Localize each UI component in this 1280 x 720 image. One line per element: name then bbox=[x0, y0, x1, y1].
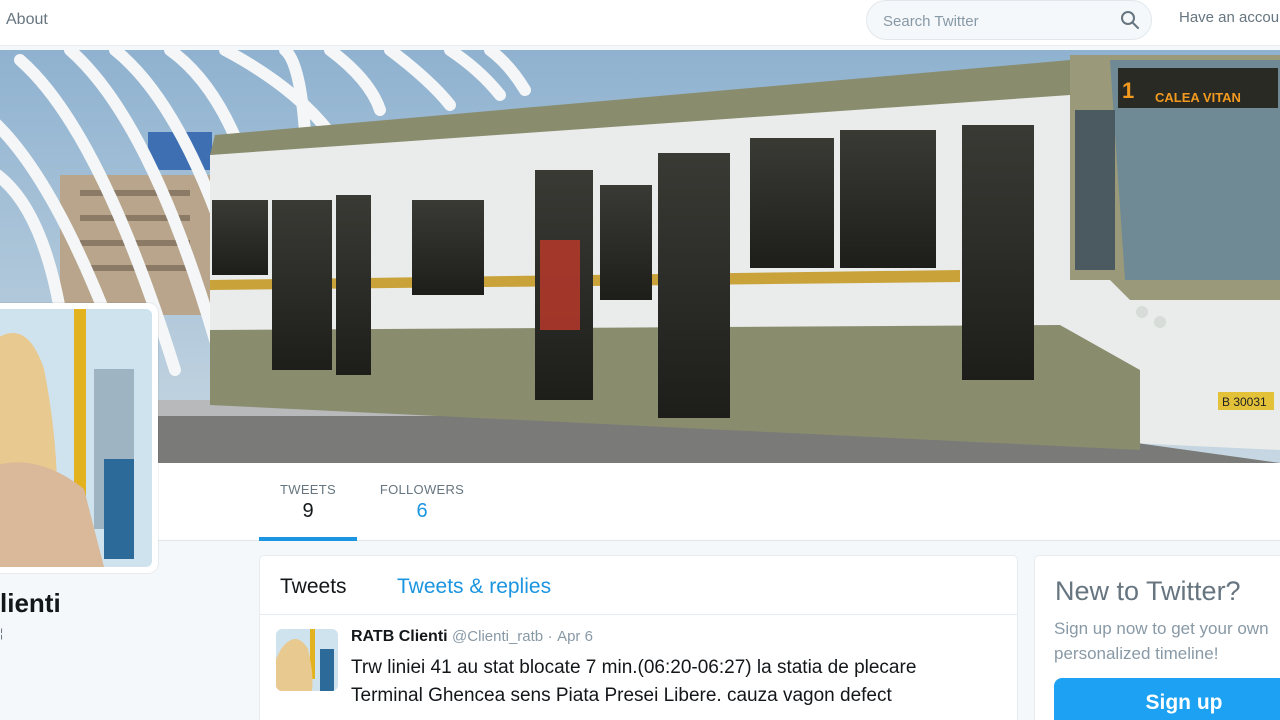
have-account-link[interactable]: Have an account? bbox=[1179, 9, 1280, 26]
profile-handle-fragment: ¦ bbox=[0, 626, 4, 640]
search-input[interactable] bbox=[883, 11, 1113, 31]
stat-followers-value: 6 bbox=[416, 500, 428, 522]
signup-title: New to Twitter? bbox=[1055, 576, 1241, 606]
tweet-item[interactable]: RATB Clienti @Clienti_ratb · Apr 6 Trw l… bbox=[260, 616, 1017, 720]
timeline: Tweets Tweets & replies RATB Clienti @Cl… bbox=[259, 555, 1018, 720]
avatar-image bbox=[0, 309, 152, 567]
stat-tweets-value: 9 bbox=[302, 500, 314, 522]
tweet-avatar-image bbox=[276, 629, 338, 691]
profile-banner: 1 CALEA VITAN B 30031 bbox=[0, 50, 1280, 463]
tweet-text: Trw liniei 41 au stat blocate 7 min.(06:… bbox=[351, 657, 917, 706]
signup-button[interactable]: Sign up bbox=[1054, 678, 1280, 720]
tweet-avatar[interactable] bbox=[276, 629, 338, 691]
tweet-separator: · bbox=[547, 628, 553, 645]
search-icon[interactable] bbox=[1120, 10, 1140, 30]
about-link[interactable]: About bbox=[6, 11, 48, 29]
tram-plate: B 30031 bbox=[1222, 395, 1267, 409]
stat-tweets-label: TWEETS bbox=[280, 482, 336, 497]
tram-destination: CALEA VITAN bbox=[1155, 90, 1241, 105]
profile-name: lienti bbox=[0, 588, 61, 618]
tab-tweets[interactable]: Tweets bbox=[280, 575, 347, 599]
profile-stats-bar: TWEETS 9 FOLLOWERS 6 bbox=[0, 463, 1280, 541]
profile-avatar[interactable] bbox=[0, 303, 158, 573]
tweet-timestamp[interactable]: Apr 6 bbox=[557, 628, 593, 645]
signup-subtitle: Sign up now to get your own personalized… bbox=[1054, 619, 1269, 663]
timeline-tabs: Tweets Tweets & replies bbox=[260, 556, 1017, 615]
tweet-author-name[interactable]: RATB Clienti bbox=[351, 628, 448, 645]
banner-image: 1 CALEA VITAN B 30031 bbox=[0, 50, 1280, 463]
tweet-author-handle[interactable]: @Clienti_ratb bbox=[452, 628, 543, 645]
search-box[interactable] bbox=[866, 0, 1152, 40]
top-nav: About Have an account? bbox=[0, 0, 1280, 46]
stat-tweets[interactable]: TWEETS 9 bbox=[259, 463, 357, 541]
signup-module: New to Twitter? Sign up now to get your … bbox=[1034, 555, 1280, 720]
tram-route-number: 1 bbox=[1122, 78, 1134, 103]
tweet-header: RATB Clienti @Clienti_ratb · Apr 6 bbox=[351, 628, 593, 646]
tab-tweets-and-replies[interactable]: Tweets & replies bbox=[397, 575, 551, 599]
stat-followers-label: FOLLOWERS bbox=[379, 482, 465, 497]
stat-followers[interactable]: FOLLOWERS 6 bbox=[372, 463, 472, 541]
